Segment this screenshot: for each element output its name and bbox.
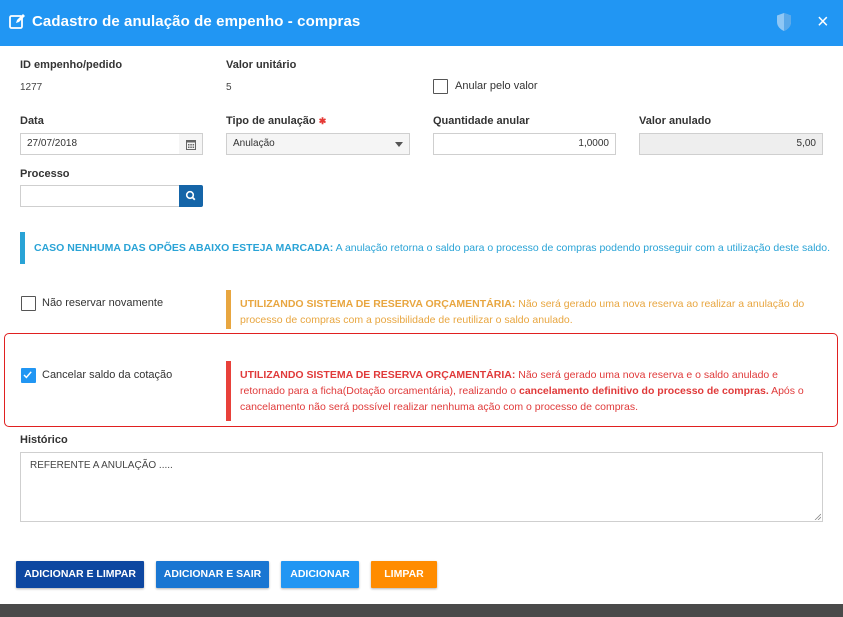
close-icon[interactable]: ×: [817, 12, 831, 32]
add-and-clear-button[interactable]: ADICIONAR E LIMPAR: [16, 561, 144, 588]
unit-value-label: Valor unitário: [226, 59, 297, 71]
history-text: REFERENTE A ANULAÇÃO .....: [30, 460, 173, 471]
warning-alert-title: UTILIZANDO SISTEMA DE RESERVA ORÇAMENTÁR…: [240, 298, 516, 310]
history-label: Histórico: [20, 434, 68, 446]
modal-dialog: Cadastro de anulação de empenho - compra…: [0, 0, 843, 604]
info-alert-text: A anulação retorna o saldo para o proces…: [333, 242, 831, 254]
danger-bar: [226, 361, 231, 421]
danger-alert: UTILIZANDO SISTEMA DE RESERVA ORÇAMENTÁR…: [240, 367, 815, 415]
clear-button[interactable]: LIMPAR: [371, 561, 437, 588]
warning-bar: [226, 290, 231, 329]
annulled-value-input: 5,00: [639, 133, 823, 155]
modal-header: Cadastro de anulação de empenho - compra…: [0, 0, 843, 46]
date-label: Data: [20, 115, 44, 127]
danger-alert-emphasis: cancelamento definitivo do processo de c…: [519, 385, 769, 397]
process-input[interactable]: [20, 185, 180, 207]
annulment-type-select[interactable]: Anulação: [226, 133, 410, 155]
annulment-type-label: Tipo de anulação ✱: [226, 115, 326, 127]
annulment-type-label-text: Tipo de anulação: [226, 115, 316, 127]
info-alert-title: CASO NENHUMA DAS OPÕES ABAIXO ESTEJA MAR…: [34, 242, 334, 254]
add-button[interactable]: ADICIONAR: [281, 561, 359, 588]
search-button[interactable]: [179, 185, 203, 207]
cancel-balance-checkbox[interactable]: [21, 368, 36, 383]
info-alert: CASO NENHUMA DAS OPÕES ABAIXO ESTEJA MAR…: [34, 240, 834, 256]
no-reserve-label: Não reservar novamente: [42, 297, 164, 309]
resize-grip-icon[interactable]: [814, 513, 821, 520]
warning-alert: UTILIZANDO SISTEMA DE RESERVA ORÇAMENTÁR…: [240, 296, 810, 328]
calendar-icon: [186, 140, 196, 150]
shield-icon[interactable]: [775, 12, 793, 32]
edit-icon: [9, 14, 25, 29]
add-and-exit-button[interactable]: ADICIONAR E SAIR: [156, 561, 269, 588]
modal-title: Cadastro de anulação de empenho - compra…: [32, 13, 361, 30]
no-reserve-checkbox[interactable]: [21, 296, 36, 311]
cancel-balance-label: Cancelar saldo da cotação: [42, 369, 173, 381]
date-input[interactable]: 27/07/2018: [20, 133, 180, 155]
history-textarea[interactable]: REFERENTE A ANULAÇÃO .....: [20, 452, 823, 522]
calendar-button[interactable]: [179, 133, 203, 155]
id-value: 1277: [20, 82, 43, 93]
checkmark-icon: [23, 371, 32, 379]
id-label: ID empenho/pedido: [20, 59, 123, 71]
info-bar: [20, 232, 25, 264]
annul-by-value-checkbox[interactable]: [433, 79, 448, 94]
annulled-value-label: Valor anulado: [639, 115, 712, 127]
chevron-down-icon: [395, 142, 403, 147]
required-icon: ✱: [318, 116, 327, 126]
danger-alert-title: UTILIZANDO SISTEMA DE RESERVA ORÇAMENTÁR…: [240, 369, 516, 381]
quantity-label: Quantidade anular: [433, 115, 530, 127]
annul-by-value-label: Anular pelo valor: [455, 80, 538, 92]
process-label: Processo: [20, 168, 70, 180]
search-icon: [185, 190, 196, 201]
quantity-input[interactable]: 1,0000: [433, 133, 616, 155]
unit-value: 5: [226, 82, 232, 93]
